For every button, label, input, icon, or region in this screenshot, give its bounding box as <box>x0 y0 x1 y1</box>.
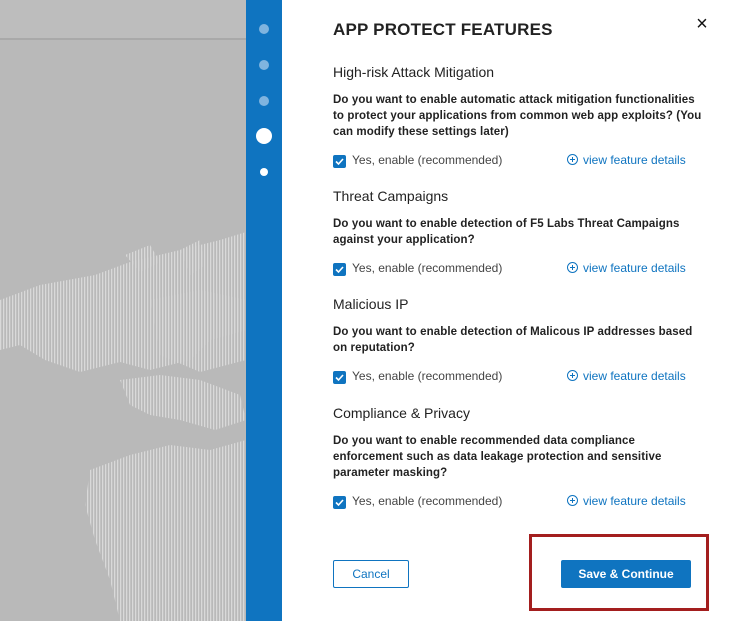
enable-option-label: Yes, enable (recommended) <box>352 261 503 275</box>
enable-option-label: Yes, enable (recommended) <box>352 494 503 508</box>
view-feature-details-link[interactable]: view feature details <box>567 261 686 275</box>
enable-checkbox[interactable] <box>333 496 346 509</box>
app-protect-features-panel: APP PROTECT FEATURES × High-risk Attack … <box>282 0 731 621</box>
backdrop-overlay <box>0 0 246 621</box>
world-map-graphic <box>0 232 246 621</box>
section-title: High-risk Attack Mitigation <box>333 64 495 80</box>
step-3-indicator[interactable] <box>259 96 269 106</box>
section-description: Do you want to enable detection of F5 La… <box>333 218 680 246</box>
enable-option-label: Yes, enable (recommended) <box>352 369 503 383</box>
section-compliance-privacy: Compliance & Privacy Do you want to enab… <box>333 405 703 512</box>
details-link-label: view feature details <box>583 369 686 383</box>
panel-title: APP PROTECT FEATURES <box>333 20 553 39</box>
cancel-button[interactable]: Cancel <box>333 560 409 588</box>
checkmark-icon <box>335 374 344 382</box>
step-5-indicator[interactable] <box>260 168 268 176</box>
enable-option-row: Yes, enable (recommended) view feature d… <box>333 369 703 387</box>
view-feature-details-link[interactable]: view feature details <box>567 153 686 167</box>
section-title: Threat Campaigns <box>333 188 449 204</box>
step-2-indicator[interactable] <box>259 60 269 70</box>
close-icon[interactable]: × <box>692 14 712 34</box>
view-feature-details-link[interactable]: view feature details <box>567 494 686 508</box>
step-1-indicator[interactable] <box>259 24 269 34</box>
section-title: Compliance & Privacy <box>333 405 470 421</box>
plus-circle-icon <box>567 370 578 381</box>
enable-option-label: Yes, enable (recommended) <box>352 153 503 167</box>
section-threat-campaigns: Threat Campaigns Do you want to enable d… <box>333 188 703 279</box>
save-continue-button[interactable]: Save & Continue <box>561 560 691 588</box>
plus-circle-icon <box>567 154 578 165</box>
enable-checkbox[interactable] <box>333 263 346 276</box>
checkmark-icon <box>335 499 344 507</box>
checkmark-icon <box>335 158 344 166</box>
plus-circle-icon <box>567 262 578 273</box>
view-feature-details-link[interactable]: view feature details <box>567 369 686 383</box>
plus-circle-icon <box>567 495 578 506</box>
enable-checkbox[interactable] <box>333 155 346 168</box>
details-link-label: view feature details <box>583 153 686 167</box>
section-title: Malicious IP <box>333 296 409 312</box>
section-description: Do you want to enable automatic attack m… <box>333 94 702 138</box>
section-high-risk-attack-mitigation: High-risk Attack Mitigation Do you want … <box>333 64 703 171</box>
enable-option-row: Yes, enable (recommended) view feature d… <box>333 494 703 512</box>
section-description: Do you want to enable recommended data c… <box>333 435 662 479</box>
enable-option-row: Yes, enable (recommended) view feature d… <box>333 261 703 279</box>
enable-option-row: Yes, enable (recommended) view feature d… <box>333 153 703 171</box>
section-malicious-ip: Malicious IP Do you want to enable detec… <box>333 296 703 387</box>
checkmark-icon <box>335 266 344 274</box>
step-4-indicator-current[interactable] <box>256 128 272 144</box>
enable-checkbox[interactable] <box>333 371 346 384</box>
section-description: Do you want to enable detection of Malic… <box>333 326 693 354</box>
wizard-stepper <box>246 0 282 621</box>
details-link-label: view feature details <box>583 261 686 275</box>
details-link-label: view feature details <box>583 494 686 508</box>
